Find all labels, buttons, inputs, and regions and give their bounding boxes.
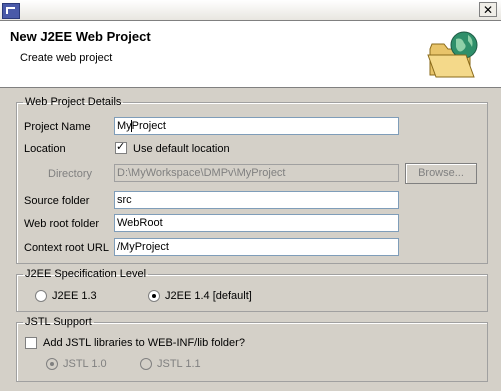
web-root-folder-input[interactable]: WebRoot bbox=[114, 214, 399, 232]
wizard-title: New J2EE Web Project bbox=[10, 29, 151, 44]
folder-globe-icon bbox=[427, 31, 478, 78]
window-menu-icon[interactable] bbox=[2, 3, 20, 19]
jstl-10-radio bbox=[46, 358, 58, 370]
window-titlebar: ✕ bbox=[0, 0, 501, 21]
context-root-url-input[interactable]: /MyProject bbox=[114, 238, 399, 256]
j2ee-14-radio[interactable] bbox=[148, 290, 160, 302]
use-default-location-checkbox[interactable]: ✓ bbox=[115, 140, 127, 154]
context-root-url-label: Context root URL bbox=[24, 242, 109, 254]
jstl-support-group: JSTL Support bbox=[16, 316, 488, 382]
wizard-header: New J2EE Web Project Create web project bbox=[0, 21, 501, 88]
jstl-10-label: JSTL 1.0 bbox=[63, 358, 107, 370]
checkmark-icon: ✓ bbox=[116, 140, 126, 153]
directory-input: D:\MyWorkspace\DMPv\MyProject bbox=[114, 164, 399, 182]
source-folder-input[interactable]: src bbox=[114, 191, 399, 209]
project-name-input[interactable]: MyProject bbox=[114, 117, 399, 135]
group-legend: JSTL Support bbox=[25, 316, 92, 328]
j2ee-14-label: J2EE 1.4 [default] bbox=[165, 290, 252, 302]
web-root-folder-label: Web root folder bbox=[24, 218, 100, 230]
text-cursor bbox=[131, 120, 132, 132]
location-label: Location bbox=[24, 143, 66, 155]
j2ee-13-label: J2EE 1.3 bbox=[52, 290, 97, 302]
close-button[interactable]: ✕ bbox=[479, 2, 497, 17]
wizard-description: Create web project bbox=[20, 52, 113, 64]
directory-label: Directory bbox=[48, 168, 93, 180]
group-legend: Web Project Details bbox=[25, 96, 122, 108]
browse-button: Browse... bbox=[405, 163, 477, 184]
project-name-label: Project Name bbox=[24, 121, 91, 133]
jstl-11-label: JSTL 1.1 bbox=[157, 358, 201, 370]
add-jstl-checkbox[interactable] bbox=[25, 337, 37, 349]
use-default-location-label: Use default location bbox=[133, 143, 230, 155]
add-jstl-label: Add JSTL libraries to WEB-INF/lib folder… bbox=[43, 337, 245, 349]
source-folder-label: Source folder bbox=[24, 195, 90, 207]
group-legend: J2EE Specification Level bbox=[25, 268, 147, 280]
jstl-11-radio bbox=[140, 358, 152, 370]
j2ee-13-radio[interactable] bbox=[35, 290, 47, 302]
